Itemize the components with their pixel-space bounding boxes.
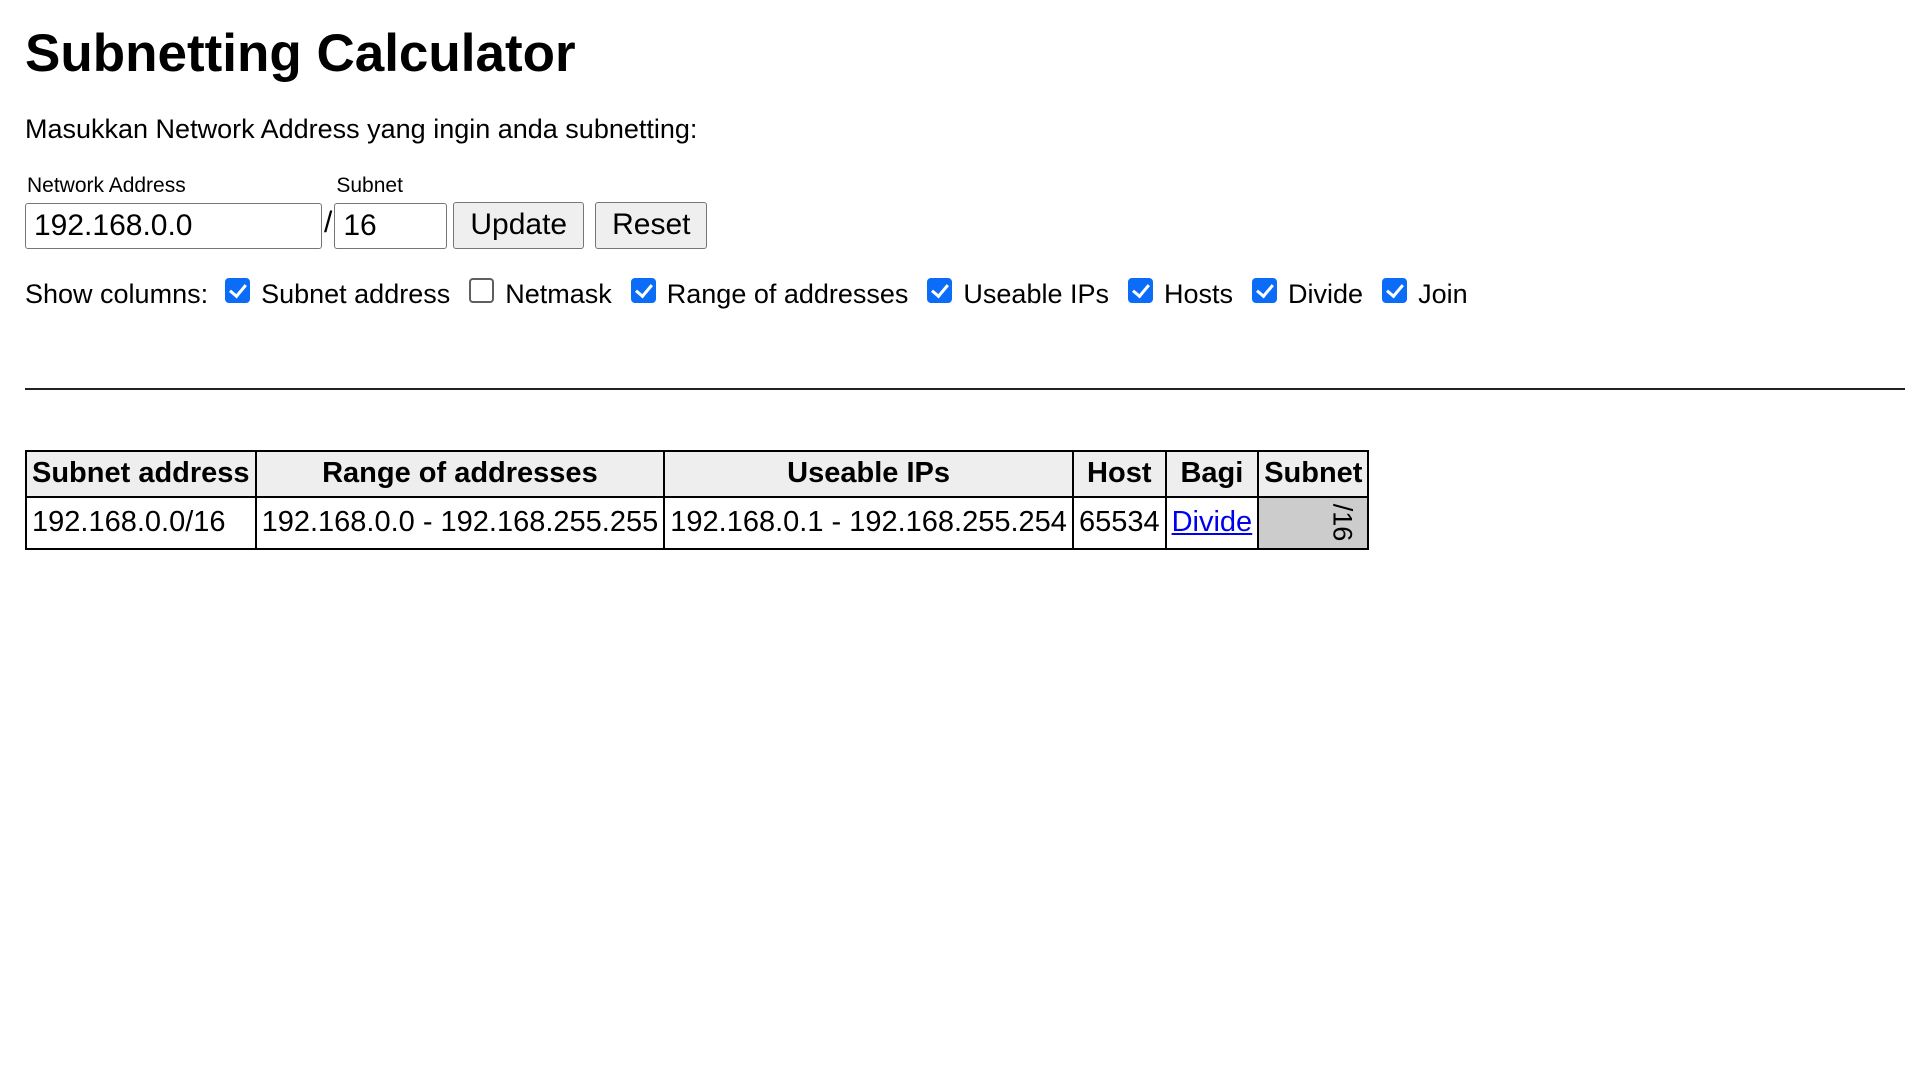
page-title: Subnetting Calculator: [25, 24, 576, 83]
column-toggle-label: Join: [1418, 278, 1468, 309]
checkbox-checked[interactable]: [1382, 277, 1408, 303]
header-range: Range of addresses: [254, 449, 666, 498]
column-toggle-divide[interactable]: Divide: [1252, 277, 1364, 310]
column-toggle-netmask[interactable]: Netmask: [469, 277, 612, 310]
checkbox-checked[interactable]: [630, 277, 656, 303]
cell-hosts: 65534: [1071, 495, 1167, 550]
column-toggle-label: Subnet address: [261, 278, 451, 309]
divide-link[interactable]: Divide: [1172, 506, 1253, 538]
cell-subnet-join[interactable]: /16: [1257, 495, 1370, 550]
column-toggle-hosts[interactable]: Hosts: [1128, 277, 1234, 310]
subnet-table: Subnet address Range of addresses Useabl…: [25, 449, 1370, 550]
table-header-row: Subnet address Range of addresses Useabl…: [25, 449, 1370, 498]
subnet-label: Subnet: [336, 173, 403, 197]
column-toggle-join[interactable]: Join: [1382, 277, 1468, 310]
cell-range: 192.168.0.0 - 192.168.255.255: [254, 495, 666, 550]
network-address-input[interactable]: [25, 202, 322, 249]
column-toggle-label: Range of addresses: [666, 278, 909, 309]
reset-button[interactable]: Reset: [595, 201, 708, 249]
show-columns-label: Show columns:: [25, 278, 209, 309]
table-row: 192.168.0.0/16 192.168.0.0 - 192.168.255…: [25, 495, 1370, 550]
checkbox-checked[interactable]: [1128, 277, 1153, 303]
checkbox-unchecked[interactable]: [469, 277, 495, 303]
column-toggle-label: Useable IPs: [963, 278, 1109, 309]
cell-useable-ips: 192.168.0.1 - 192.168.255.254: [663, 495, 1074, 550]
header-subnet: Subnet: [1257, 449, 1370, 498]
page: Subnetting Calculator Masukkan Network A…: [0, 0, 1920, 550]
divider: [25, 387, 1905, 390]
subnet-join-label: /16: [1327, 503, 1358, 542]
update-button[interactable]: Update: [453, 201, 585, 249]
instruction-text: Masukkan Network Address yang ingin anda…: [25, 114, 698, 145]
header-host: Host: [1071, 449, 1167, 498]
network-address-field: Network Address: [25, 174, 322, 249]
header-subnet-address: Subnet address: [25, 449, 257, 498]
checkbox-checked[interactable]: [1252, 277, 1278, 303]
column-toggle-label: Hosts: [1164, 278, 1234, 309]
checkbox-checked[interactable]: [225, 277, 251, 303]
slash-separator: /: [324, 205, 333, 239]
header-bagi: Bagi: [1164, 449, 1260, 498]
subnet-input[interactable]: [334, 202, 448, 249]
cell-divide: Divide: [1164, 495, 1260, 550]
column-toggle-label: Divide: [1288, 278, 1364, 309]
column-toggle-subnet-address[interactable]: Subnet address: [225, 277, 451, 310]
show-columns-row: Show columns: Subnet address Netmask Ran…: [25, 277, 1895, 310]
network-address-label: Network Address: [27, 173, 186, 197]
subnet-field: Subnet: [334, 173, 448, 249]
column-toggle-useable-ips[interactable]: Useable IPs: [927, 277, 1109, 310]
cell-subnet-address: 192.168.0.0/16: [25, 495, 257, 550]
header-useable-ips: Useable IPs: [663, 449, 1074, 498]
checkbox-checked[interactable]: [927, 277, 953, 303]
network-form: Network Address / Subnet Update Reset: [25, 174, 1895, 249]
column-toggle-label: Netmask: [505, 278, 612, 309]
column-toggle-range[interactable]: Range of addresses: [630, 277, 909, 310]
